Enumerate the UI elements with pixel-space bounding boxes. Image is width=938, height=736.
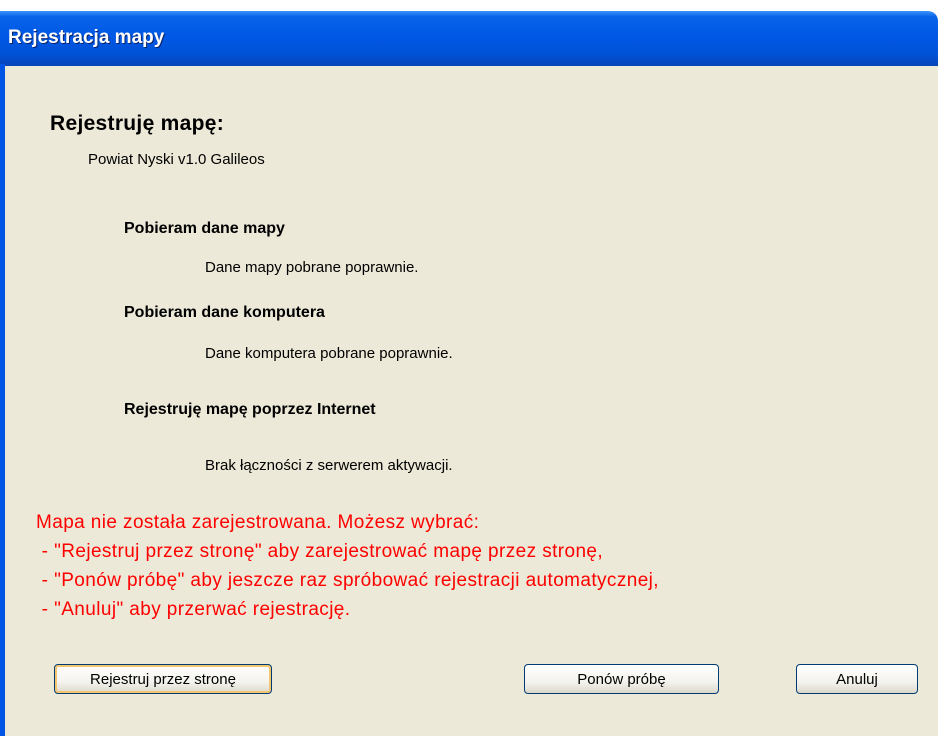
- step-detail-computer-data: Dane komputera pobrane poprawnie.: [205, 345, 453, 362]
- title-bar[interactable]: Rejestracja mapy: [0, 0, 938, 66]
- registration-heading: Rejestruję mapę:: [50, 112, 225, 135]
- window-title: Rejestracja mapy: [8, 27, 165, 48]
- registration-dialog: Rejestracja mapy Rejestruję mapę: Powiat…: [0, 0, 938, 736]
- retry-button[interactable]: Ponów próbę: [524, 664, 719, 694]
- step-title-computer-data: Pobieram dane komputera: [124, 304, 325, 321]
- step-title-internet-registration: Rejestruję mapę poprzez Internet: [124, 401, 376, 418]
- step-title-map-data: Pobieram dane mapy: [124, 220, 285, 237]
- register-web-button[interactable]: Rejestruj przez stronę: [54, 664, 272, 694]
- step-detail-internet-registration: Brak łączności z serwerem aktywacji.: [205, 457, 453, 474]
- cancel-button[interactable]: Anuluj: [796, 664, 918, 694]
- error-message-line: - "Rejestruj przez stronę" aby zarejestr…: [36, 541, 604, 562]
- window-border: [0, 64, 5, 736]
- map-name: Powiat Nyski v1.0 Galileos: [88, 151, 265, 168]
- error-message-line: Mapa nie została zarejestrowana. Możesz …: [36, 512, 480, 533]
- error-message-line: - "Ponów próbę" aby jeszcze raz spróbowa…: [36, 570, 659, 591]
- step-detail-map-data: Dane mapy pobrane poprawnie.: [205, 259, 419, 276]
- title-bar-fill[interactable]: Rejestracja mapy: [0, 11, 938, 66]
- error-message-line: - "Anuluj" aby przerwać rejestrację.: [36, 599, 351, 620]
